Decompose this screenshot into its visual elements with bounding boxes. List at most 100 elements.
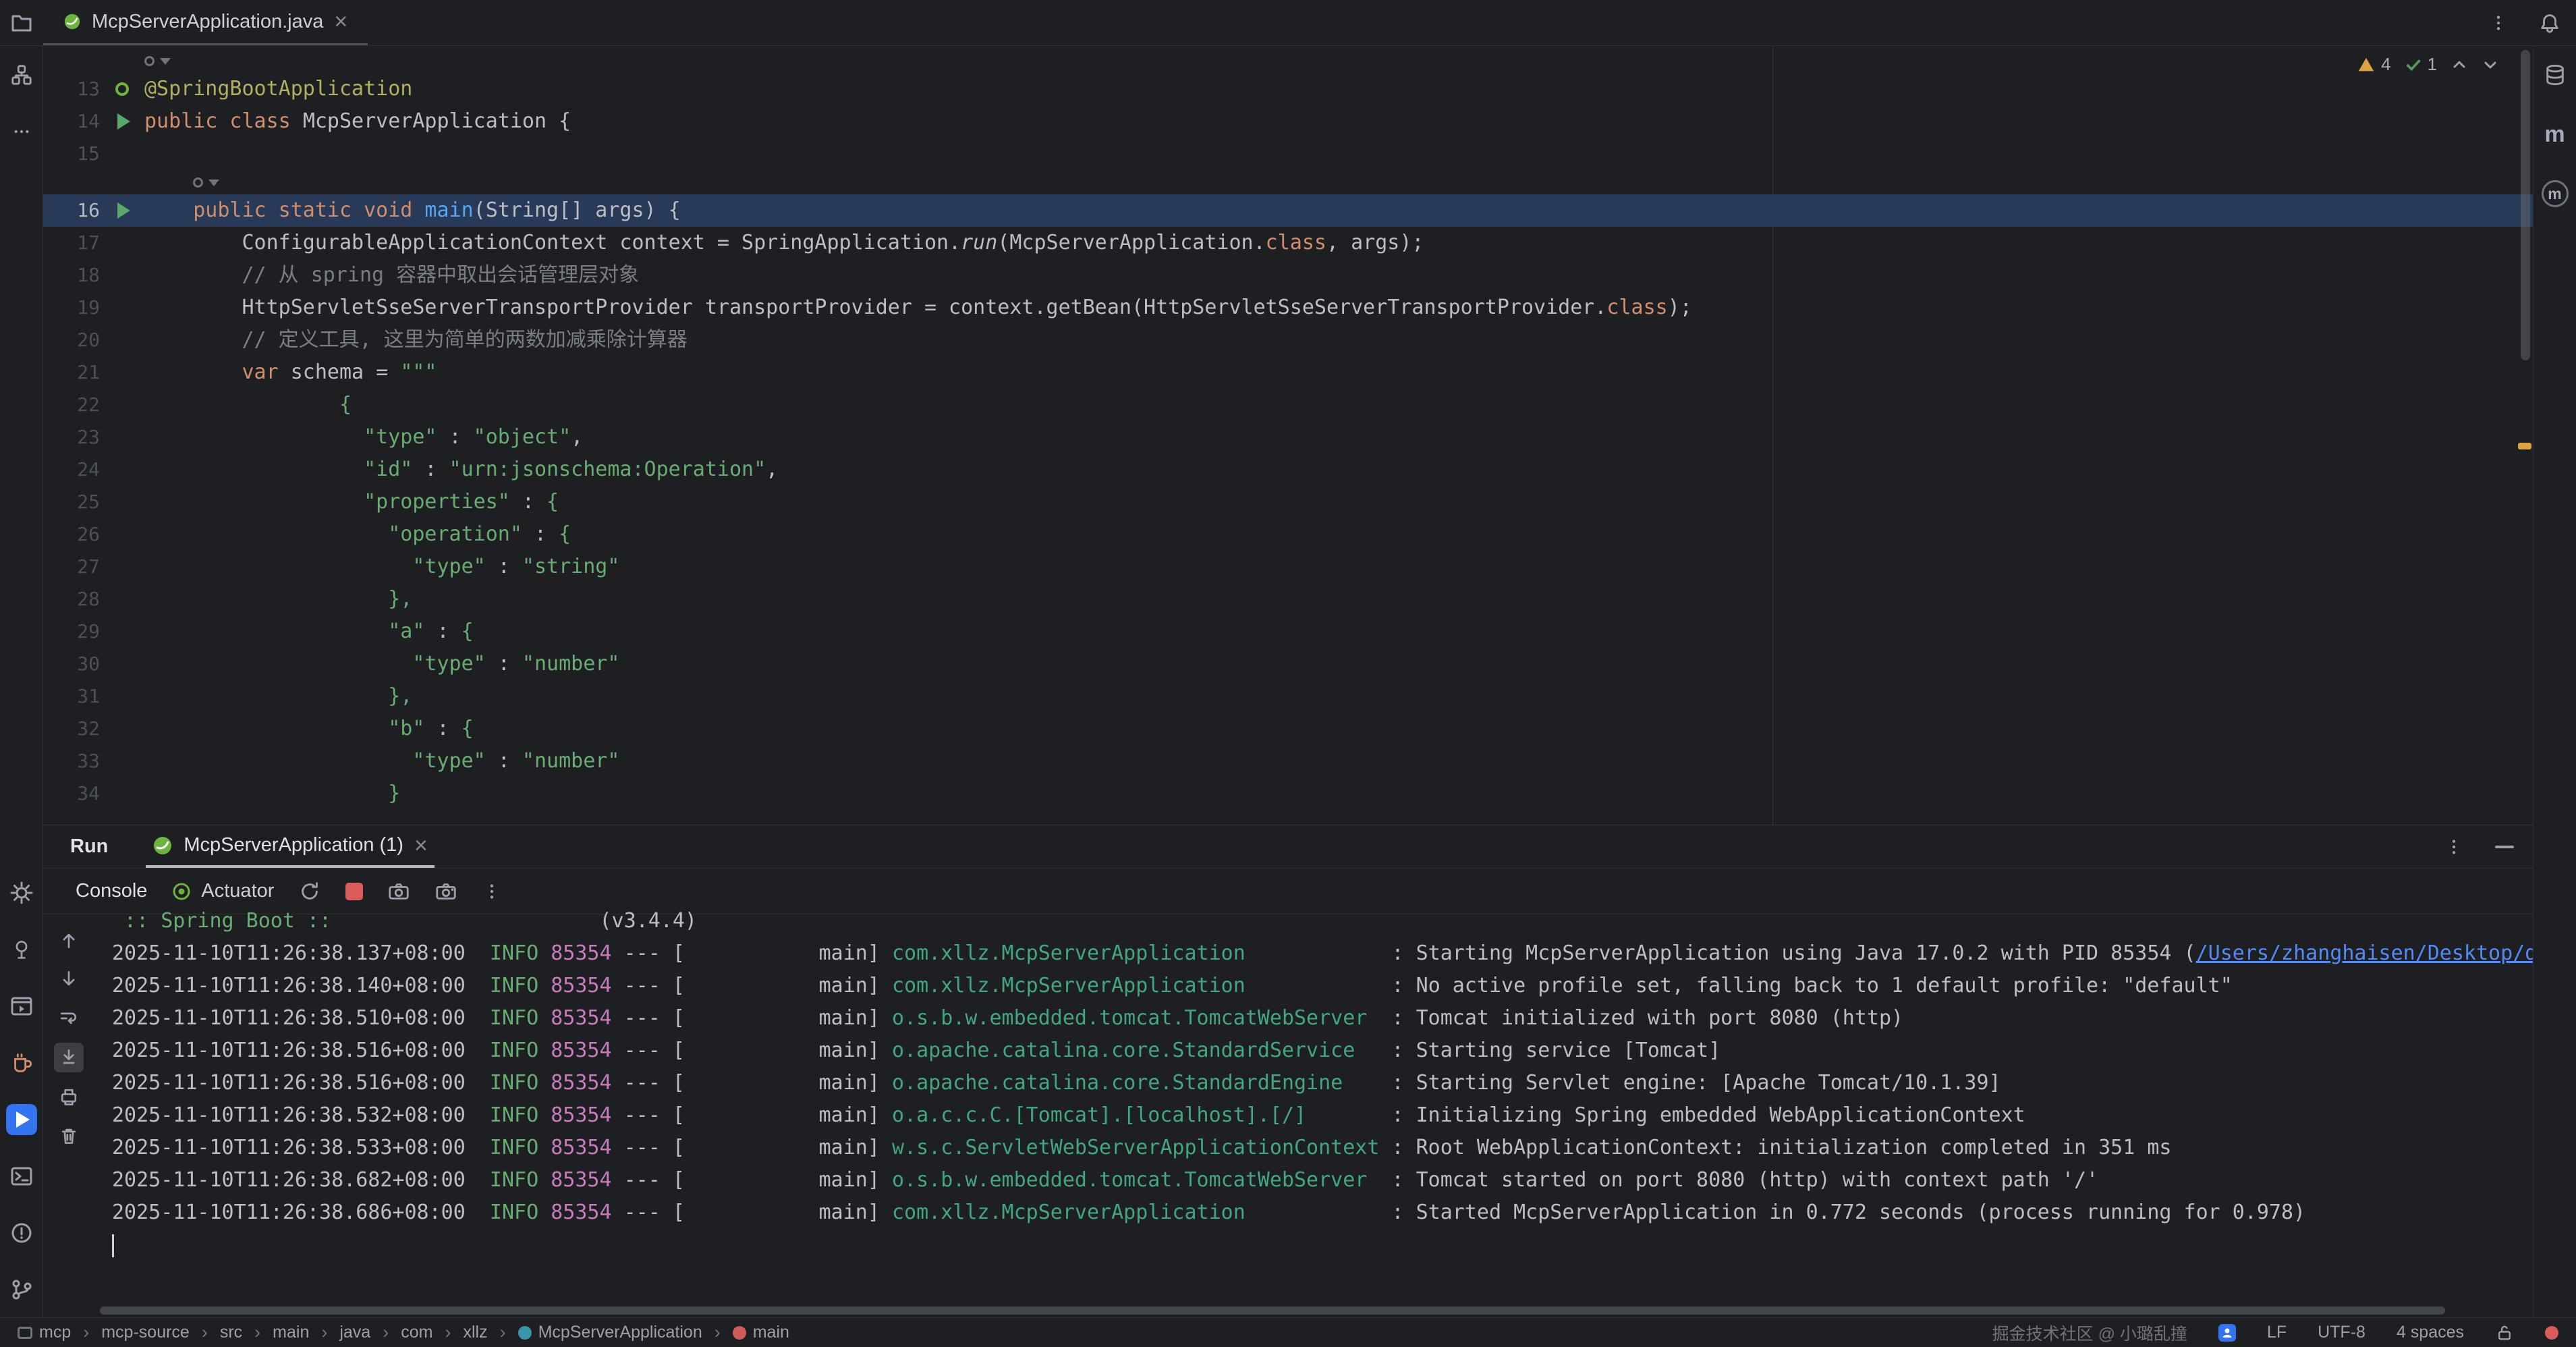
editor-line: 20 // 定义工具, 这里为简单的两数加减乘除计算器 (43, 324, 2533, 356)
breadcrumb-separator: › (321, 1322, 327, 1343)
breadcrumb-item-mcp-source[interactable]: mcp-source (101, 1323, 190, 1342)
notification-dot-icon[interactable] (2545, 1326, 2558, 1340)
breadcrumb-item-com[interactable]: com (401, 1323, 432, 1342)
endpoints-button[interactable] (6, 934, 37, 965)
database-button[interactable] (2540, 59, 2571, 90)
code-vision-icon[interactable] (144, 56, 171, 66)
run-tool-button[interactable] (6, 1104, 37, 1135)
run-tab-close-icon[interactable]: × (414, 834, 428, 857)
line-number: 26 (43, 518, 100, 551)
terminal-button[interactable] (6, 1161, 37, 1192)
thread-dump-camera-icon[interactable] (387, 880, 410, 903)
breadcrumb-item-main[interactable]: main (273, 1323, 309, 1342)
console-line: :: Spring Boot :: (v3.4.4) (112, 905, 2533, 937)
problems-button[interactable] (6, 1217, 37, 1248)
scroll-to-end-button[interactable] (54, 1043, 84, 1072)
structure-tool-button[interactable] (6, 59, 37, 90)
breadcrumb-item-src[interactable]: src (220, 1323, 242, 1342)
code-editor[interactable]: 13@SpringBootApplication14public class M… (43, 46, 2533, 825)
run-gutter-icon[interactable] (117, 202, 130, 219)
console-caret (112, 1234, 114, 1257)
plugin-m-button[interactable]: m (2540, 178, 2571, 209)
run-tool-window: Run McpServerApplication (1) × Console (43, 825, 2533, 1317)
maven-button[interactable]: m (2540, 119, 2571, 150)
left-rail-bottom (6, 877, 37, 1305)
console-more-icon[interactable] (482, 881, 502, 902)
center-column: 13@SpringBootApplication14public class M… (43, 46, 2533, 1317)
rerun-icon[interactable] (298, 880, 321, 903)
inspections-widget[interactable]: 4 1 (2357, 54, 2499, 75)
run-panel-title: Run (70, 835, 108, 858)
scroll-top-button[interactable] (54, 925, 84, 955)
line-separator-indicator[interactable]: LF (2267, 1323, 2287, 1342)
file-tab-title: McpServerApplication.java (92, 11, 323, 33)
snapshot-camera-icon[interactable] (435, 880, 457, 903)
line-number: 20 (43, 324, 100, 356)
spring-boot-icon (152, 835, 173, 856)
settings-button[interactable] (6, 877, 37, 908)
breadcrumb-item-mcp[interactable]: mcp (18, 1323, 71, 1342)
encoding-indicator[interactable]: UTF-8 (2318, 1323, 2365, 1342)
collab-plugin-icon[interactable] (2218, 1324, 2236, 1342)
file-tab[interactable]: McpServerApplication.java × (43, 0, 368, 45)
line-number: 14 (43, 105, 100, 138)
breadcrumb-item-xllz[interactable]: xllz (463, 1323, 487, 1342)
scroll-bottom-button[interactable] (54, 964, 84, 994)
stop-icon[interactable] (345, 883, 363, 900)
project-folder-button[interactable] (0, 11, 43, 35)
line-number: 23 (43, 421, 100, 453)
spring-bean-icon[interactable] (115, 82, 129, 96)
breadcrumb-separator: › (254, 1322, 260, 1343)
console-line: 2025-11-10T11:26:38.516+08:00 INFO 85354… (112, 1035, 2533, 1067)
indent-indicator[interactable]: 4 spaces (2397, 1323, 2464, 1342)
breadcrumb-item-main[interactable]: main (733, 1323, 789, 1342)
pin-icon (11, 939, 32, 960)
print-button[interactable] (54, 1082, 84, 1111)
editor-line: 28 }, (43, 583, 2533, 615)
more-vertical-icon[interactable] (2488, 13, 2509, 33)
passed-group[interactable]: 1 (2405, 54, 2437, 75)
terminal-icon (9, 1164, 34, 1188)
console-log[interactable]: :: Spring Boot :: (v3.4.4)2025-11-10T11:… (94, 905, 2533, 1317)
soft-wrap-button[interactable] (54, 1004, 84, 1033)
git-branch-icon (9, 1277, 34, 1302)
code-vision-icon[interactable] (193, 177, 219, 188)
more-tools-button[interactable] (6, 116, 37, 147)
printer-icon (58, 1086, 80, 1107)
tab-close-icon[interactable]: × (334, 10, 347, 33)
run-more-icon[interactable] (2444, 837, 2464, 857)
next-problem-chevron-icon[interactable] (2482, 56, 2499, 74)
console-file-link[interactable]: /Users/zhanghaisen/Desktop/develop/code/… (2196, 941, 2533, 965)
warnings-group[interactable]: 4 (2357, 54, 2390, 75)
run-gutter-icon[interactable] (117, 113, 130, 130)
editor-line: 29 "a" : { (43, 615, 2533, 648)
hide-panel-icon[interactable] (2495, 846, 2514, 848)
warning-stripe-mark[interactable] (2518, 443, 2531, 449)
spring-class-icon (63, 13, 81, 30)
line-number: 31 (43, 680, 100, 713)
folder-icon (9, 11, 34, 35)
java-tool-button[interactable] (6, 1047, 37, 1078)
maven-icon: m (2544, 123, 2565, 146)
version-control-button[interactable] (6, 1274, 37, 1305)
actuator-tab[interactable]: Actuator (171, 880, 274, 902)
problems-icon (9, 1221, 34, 1245)
console-line: 2025-11-10T11:26:38.137+08:00 INFO 85354… (112, 937, 2533, 970)
passed-count: 1 (2428, 54, 2437, 75)
more-horizontal-icon (11, 121, 32, 142)
clear-console-button[interactable] (54, 1121, 84, 1151)
console-horizontal-scrollbar[interactable] (100, 1307, 2445, 1315)
breadcrumb-item-java[interactable]: java (339, 1323, 370, 1342)
services-icon (9, 994, 34, 1018)
notifications-bell-icon[interactable] (2538, 11, 2561, 34)
console-tab[interactable]: Console (76, 880, 147, 902)
unlock-icon[interactable] (2495, 1323, 2514, 1342)
editor-scrollbar[interactable] (2521, 50, 2530, 360)
prev-problem-chevron-icon[interactable] (2451, 56, 2468, 74)
line-number: 22 (43, 389, 100, 421)
run-panel-header: Run McpServerApplication (1) × (43, 825, 2533, 869)
breadcrumb-item-McpServerApplication[interactable]: McpServerApplication (518, 1323, 702, 1342)
console-body: :: Spring Boot :: (v3.4.4)2025-11-10T11:… (43, 914, 2533, 1317)
services-button[interactable] (6, 991, 37, 1022)
run-config-tab[interactable]: McpServerApplication (1) × (146, 825, 434, 868)
